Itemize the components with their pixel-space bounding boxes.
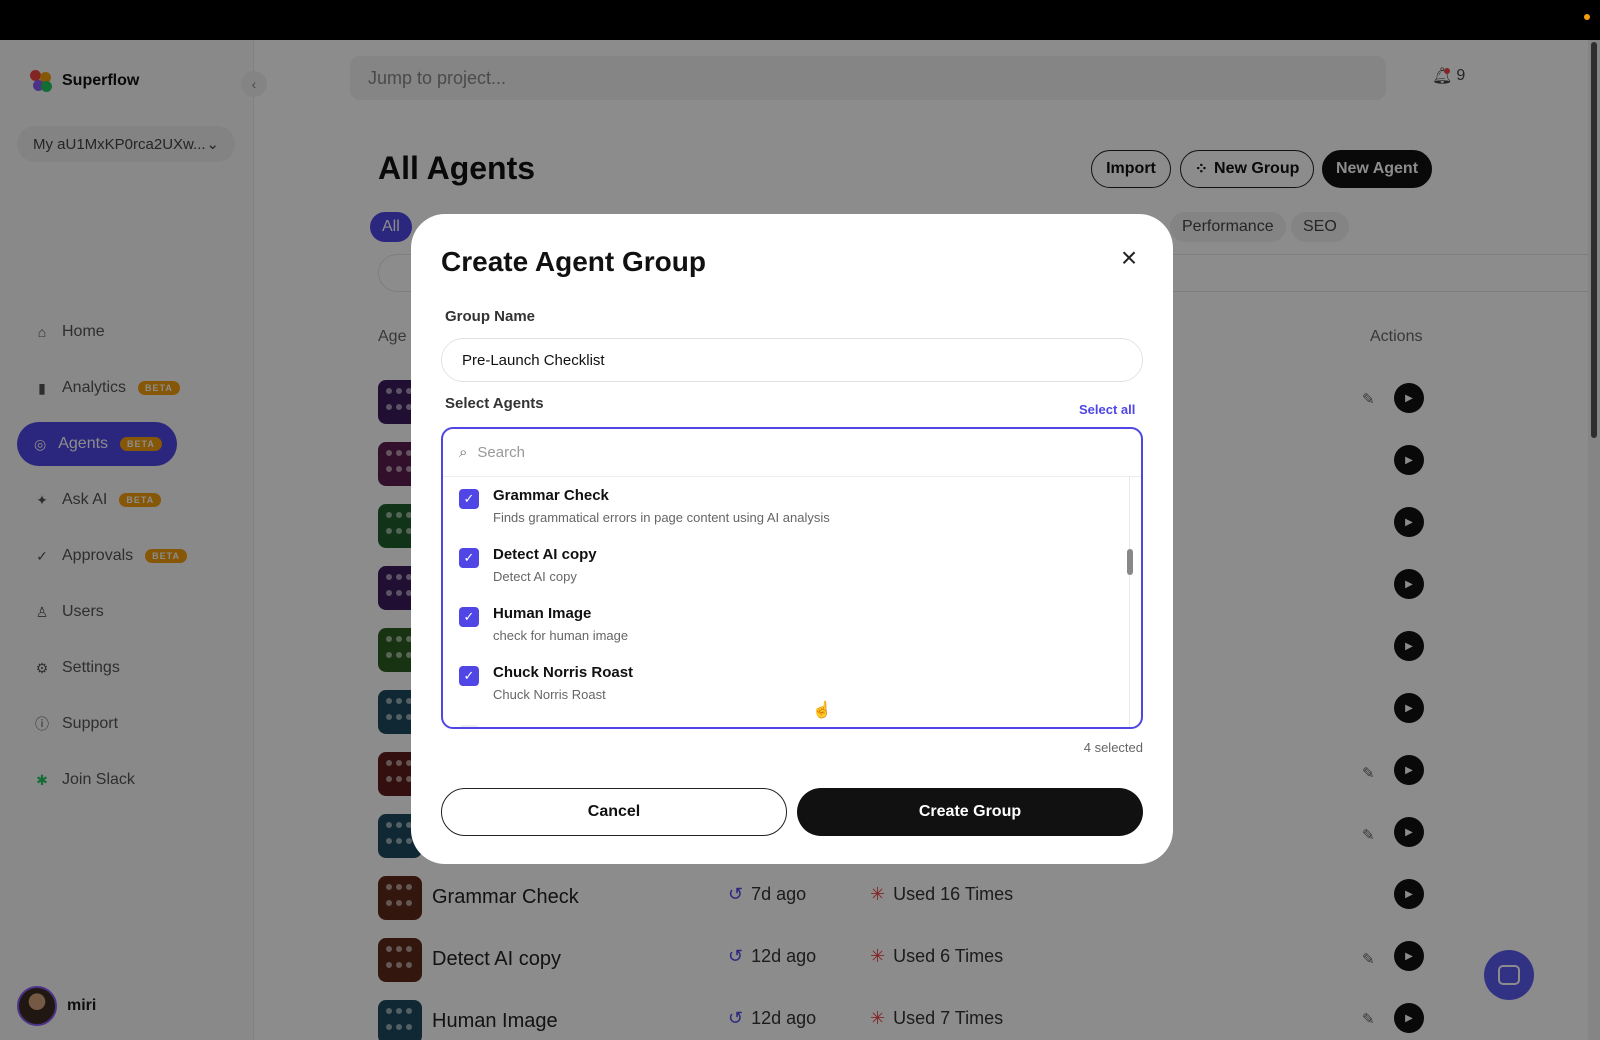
list-item[interactable]: ✓ Grammar Check Finds grammatical errors… [443, 477, 1123, 536]
agent-option-name: Grammar Check [493, 487, 609, 504]
agent-picker: ⌕ Search ✓ Grammar Check Finds grammatic… [441, 427, 1143, 729]
list-item[interactable]: ✓ Detect AI copy Detect AI copy [443, 536, 1123, 595]
create-group-button[interactable]: Create Group [797, 788, 1143, 836]
group-name-label: Group Name [445, 308, 536, 325]
agent-option-description: Chuck Norris Roast [493, 687, 606, 702]
group-name-input[interactable]: Pre-Launch Checklist [441, 338, 1143, 382]
agent-list-scrollbar[interactable] [1129, 477, 1130, 727]
list-item[interactable]: ✓ Chuck Norris Roast Chuck Norris Roast [443, 654, 1123, 713]
dialog-title: Create Agent Group [441, 246, 706, 277]
checkbox-checked[interactable]: ✓ [459, 548, 479, 568]
agent-option-name: Chuck Norris Roast [493, 664, 634, 681]
agent-list-scrollbar-thumb[interactable] [1127, 549, 1133, 575]
mouse-pointer-icon: ☝ [812, 702, 832, 719]
cancel-button[interactable]: Cancel [441, 788, 787, 836]
status-dot [1584, 14, 1590, 20]
agent-list: ✓ Grammar Check Finds grammatical errors… [443, 477, 1123, 713]
checkbox-checked[interactable]: ✓ [459, 666, 479, 686]
create-agent-group-dialog: Create Agent Group × Group Name Pre-Laun… [411, 214, 1173, 864]
agent-search-placeholder: Search [477, 444, 525, 461]
close-icon[interactable]: × [1117, 244, 1141, 272]
checkbox-checked[interactable]: ✓ [459, 607, 479, 627]
select-agents-label: Select Agents [445, 395, 544, 412]
select-all-link[interactable]: Select all [1079, 402, 1135, 417]
agent-option-name: Human Image [493, 605, 592, 622]
agent-option-description: Finds grammatical errors in page content… [493, 510, 830, 525]
agent-option-description: check for human image [493, 628, 629, 643]
system-top-bar [0, 0, 1600, 40]
agent-option-description: Detect AI copy [493, 569, 577, 584]
agent-option-name: Detect AI copy [493, 546, 597, 563]
agent-search-input[interactable]: ⌕ Search [443, 429, 1141, 477]
next-item-peek [459, 725, 479, 727]
selected-count: 4 selected [1083, 740, 1143, 755]
checkbox-checked[interactable]: ✓ [459, 489, 479, 509]
search-icon: ⌕ [459, 444, 468, 461]
list-item[interactable]: ✓ Human Image check for human image [443, 595, 1123, 654]
